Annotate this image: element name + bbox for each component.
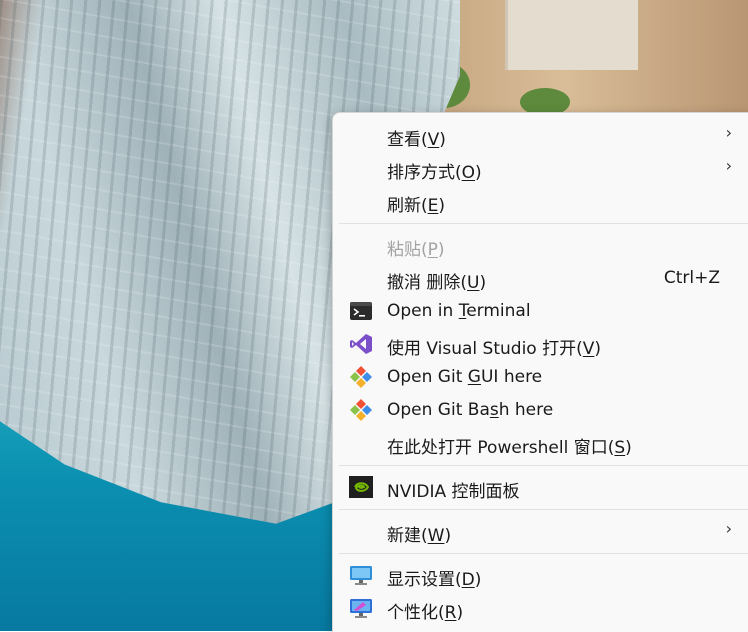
menu-item-label: 个性化(R) (387, 603, 464, 623)
wallpaper-building (505, 0, 638, 70)
chevron-right-icon: › (725, 156, 732, 175)
menu-item-refresh[interactable]: 刷新(E) (337, 185, 748, 217)
menu-item-label: 排序方式(O) (387, 163, 482, 183)
menu-item-label: 使用 Visual Studio 打开(V) (387, 339, 602, 359)
menu-item-label: 撤消 删除(U) (387, 273, 487, 293)
menu-item-personalize[interactable]: 个性化(R) (337, 592, 748, 624)
terminal-icon (349, 300, 373, 322)
menu-item-label: 查看(V) (387, 130, 446, 150)
menu-item-nvidia-control-panel[interactable]: NVIDIA 控制面板 (337, 471, 748, 503)
menu-item-open-visual-studio[interactable]: 使用 Visual Studio 打开(V) (337, 328, 748, 360)
menu-item-label: Open Git Bash here (387, 400, 554, 420)
display-settings-icon (349, 564, 373, 586)
chevron-right-icon: › (725, 123, 732, 142)
menu-separator (339, 509, 748, 510)
menu-item-label: 新建(W) (387, 526, 452, 546)
menu-item-paste: 粘贴(P) (337, 229, 748, 261)
menu-item-open-terminal[interactable]: Open in Terminal (337, 295, 748, 327)
menu-item-label: Open in Terminal (387, 301, 531, 321)
menu-item-view[interactable]: 查看(V) › (337, 119, 748, 151)
personalize-icon (349, 597, 373, 619)
menu-item-undo-delete[interactable]: 撤消 删除(U) Ctrl+Z (337, 262, 748, 294)
menu-item-label: 粘贴(P) (387, 240, 445, 260)
menu-item-sort-by[interactable]: 排序方式(O) › (337, 152, 748, 184)
desktop-context-menu: 查看(V) › 排序方式(O) › 刷新(E) 粘贴(P) 撤消 删除(U) C… (332, 112, 748, 632)
menu-item-label: 在此处打开 Powershell 窗口(S) (387, 438, 632, 458)
menu-item-open-powershell[interactable]: 在此处打开 Powershell 窗口(S) (337, 427, 748, 459)
menu-item-label: 显示设置(D) (387, 570, 482, 590)
menu-item-shortcut: Ctrl+Z (663, 268, 720, 288)
menu-item-open-git-gui[interactable]: Open Git GUI here (337, 361, 748, 393)
menu-separator (339, 223, 748, 224)
menu-item-label: Open Git GUI here (387, 367, 543, 387)
chevron-right-icon: › (725, 519, 732, 538)
menu-separator (339, 553, 748, 554)
nvidia-icon (349, 476, 373, 498)
git-icon (349, 366, 373, 388)
menu-item-display-settings[interactable]: 显示设置(D) (337, 559, 748, 591)
git-icon (349, 399, 373, 421)
menu-separator (339, 465, 748, 466)
menu-item-open-git-bash[interactable]: Open Git Bash here (337, 394, 748, 426)
menu-item-label: NVIDIA 控制面板 (387, 482, 520, 502)
menu-item-new[interactable]: 新建(W) › (337, 515, 748, 547)
visual-studio-icon (349, 333, 373, 355)
menu-item-label: 刷新(E) (387, 196, 446, 216)
